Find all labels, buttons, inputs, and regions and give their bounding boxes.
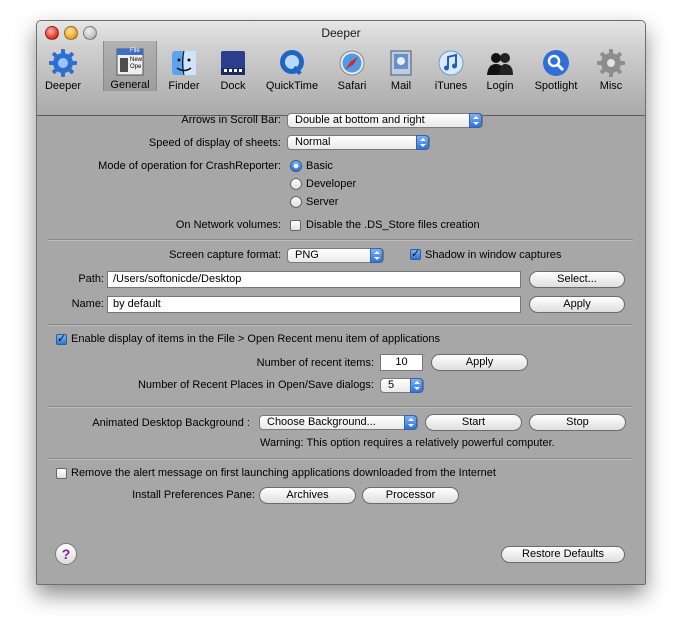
- toolbar-item-spotlight[interactable]: Spotlight: [525, 45, 587, 92]
- desktop-bg-label: Animated Desktop Background :: [92, 417, 250, 429]
- section-divider: [48, 458, 633, 460]
- crash-option-server: Server: [306, 196, 339, 208]
- login-users-icon: [485, 48, 515, 78]
- apply-name-button[interactable]: Apply: [529, 296, 625, 313]
- popup-arrows-icon: [370, 248, 383, 263]
- toolbar-label: Login: [486, 80, 514, 92]
- sheets-value: Normal: [295, 136, 331, 148]
- restore-defaults-button[interactable]: Restore Defaults: [501, 546, 625, 563]
- toolbar-item-deeper[interactable]: Deeper: [37, 45, 94, 92]
- start-background-button[interactable]: Start: [425, 414, 522, 431]
- recent-places-popup[interactable]: 5: [380, 378, 424, 393]
- recent-places-value: 5: [388, 379, 395, 391]
- shadow-label: Shadow in window captures: [425, 249, 562, 261]
- misc-gear-icon: [596, 48, 626, 78]
- general-icon-text-3: Ope: [130, 64, 142, 70]
- sheets-speed-popup[interactable]: Normal: [287, 135, 430, 150]
- popup-arrows-icon: [410, 378, 423, 393]
- quicktime-icon: [277, 48, 307, 78]
- section-divider: [48, 324, 633, 326]
- finder-icon: [169, 48, 199, 78]
- crash-radio-basic[interactable]: [290, 160, 302, 172]
- apply-recent-button[interactable]: Apply: [431, 354, 528, 371]
- toolbar-item-login[interactable]: Login: [469, 45, 531, 92]
- window-title: Deeper: [321, 26, 361, 40]
- crash-option-basic: Basic: [306, 160, 333, 172]
- crash-radio-developer[interactable]: [290, 178, 302, 190]
- open-recent-checkbox[interactable]: [56, 332, 67, 345]
- path-label: Path:: [78, 273, 104, 285]
- general-window-icon: File New Ope: [115, 47, 145, 77]
- general-icon-text-2: New: [130, 57, 143, 63]
- toolbar-item-quicktime[interactable]: QuickTime: [261, 45, 323, 92]
- processor-button[interactable]: Processor: [362, 487, 459, 504]
- stop-background-button[interactable]: Stop: [529, 414, 626, 431]
- toolbar-label: General: [110, 79, 150, 91]
- install-pane-label: Install Preferences Pane:: [132, 489, 255, 501]
- remove-alert-label: Remove the alert message on first launch…: [71, 467, 496, 479]
- toolbar-label: Deeper: [44, 80, 82, 92]
- popup-arrows-icon: [469, 113, 482, 128]
- crash-option-developer: Developer: [306, 178, 357, 190]
- toolbar-item-misc[interactable]: Misc: [580, 45, 642, 92]
- section-divider: [48, 239, 633, 241]
- title-bar: Deeper Deeper File New Ope General Finde…: [37, 21, 645, 116]
- mail-icon: [386, 48, 416, 78]
- toolbar-label: Misc: [599, 80, 623, 92]
- itunes-icon: [436, 48, 466, 78]
- recent-count-field[interactable]: 10: [380, 354, 423, 371]
- arrows-popup[interactable]: Double at bottom and right: [287, 113, 483, 128]
- performance-warning: Warning: This option requires a relative…: [260, 437, 555, 449]
- spotlight-icon: [541, 48, 571, 78]
- toolbar-label: QuickTime: [265, 80, 319, 92]
- recent-places-label: Number of Recent Places in Open/Save dia…: [137, 379, 374, 391]
- popup-arrows-icon: [404, 415, 417, 430]
- general-icon-text-1: File: [130, 48, 140, 54]
- capture-format-popup[interactable]: PNG: [287, 248, 384, 263]
- safari-icon: [337, 48, 367, 78]
- toolbar-label: Dock: [220, 80, 246, 92]
- arrows-label: Arrows in Scroll Bar:: [181, 114, 281, 126]
- ds-store-label: Disable the .DS_Store files creation: [306, 219, 480, 231]
- crash-label: Mode of operation for CrashReporter:: [98, 160, 281, 172]
- select-path-button[interactable]: Select...: [529, 271, 625, 288]
- deeper-gear-icon: [48, 48, 78, 78]
- toolbar-label: Spotlight: [534, 80, 578, 92]
- arrows-value: Double at bottom and right: [295, 114, 425, 126]
- path-field[interactable]: /Users/softonicde/Desktop: [107, 271, 521, 288]
- toolbar-item-dock[interactable]: Dock: [202, 45, 264, 92]
- shadow-checkbox[interactable]: [410, 247, 421, 260]
- toolbar-item-general[interactable]: File New Ope General: [103, 41, 157, 91]
- crash-radio-server[interactable]: [290, 196, 302, 208]
- popup-arrows-icon: [416, 135, 429, 150]
- capture-format-value: PNG: [295, 249, 319, 261]
- section-divider: [48, 406, 633, 408]
- ds-store-checkbox[interactable]: [290, 220, 301, 231]
- name-field[interactable]: by default: [107, 296, 521, 313]
- open-recent-label: Enable display of items in the File > Op…: [71, 333, 441, 345]
- network-label: On Network volumes:: [175, 219, 281, 231]
- dock-icon: [218, 48, 248, 78]
- name-label: Name:: [71, 298, 104, 310]
- recent-count-label: Number of recent items:: [256, 357, 374, 369]
- remove-alert-checkbox[interactable]: [56, 468, 67, 479]
- deeper-window: Deeper Deeper File New Ope General Finde…: [36, 20, 646, 585]
- capture-format-label: Screen capture format:: [169, 249, 281, 261]
- help-button[interactable]: ?: [55, 543, 77, 565]
- choose-background-popup[interactable]: Choose Background...: [259, 415, 418, 430]
- choose-background-value: Choose Background...: [267, 416, 376, 428]
- archives-button[interactable]: Archives: [259, 487, 356, 504]
- sheets-label: Speed of display of sheets:: [148, 137, 281, 149]
